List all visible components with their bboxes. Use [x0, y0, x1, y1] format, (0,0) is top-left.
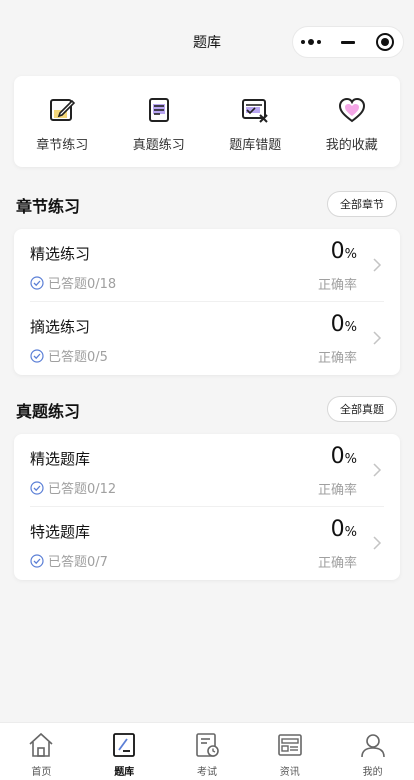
list-item[interactable]: 特选题库 已答题0/7 0% 正确率 — [14, 507, 400, 580]
tab-label: 题库 — [114, 767, 135, 778]
percent-value: 0 — [330, 444, 345, 469]
accuracy-percent: 0% — [331, 312, 357, 337]
wrong-questions-icon — [242, 99, 268, 123]
more-dots-icon — [301, 39, 322, 45]
check-circle-icon — [30, 553, 44, 568]
item-name: 精选题库 — [30, 450, 91, 468]
tab-home[interactable]: 首页 — [0, 723, 83, 780]
answered-text: 已答题0/12 — [48, 482, 117, 497]
target-icon — [375, 33, 394, 51]
answered-text: 已答题0/18 — [48, 277, 117, 292]
accuracy-label: 正确率 — [317, 556, 357, 571]
accuracy-percent: 0% — [331, 239, 357, 264]
quick-nav-past-exams[interactable]: 真题练习 — [111, 76, 208, 167]
news-icon — [277, 734, 302, 756]
all-past-exams-button[interactable]: 全部真题 — [327, 396, 397, 422]
accuracy-label: 正确率 — [317, 483, 357, 498]
chevron-right-icon — [373, 258, 382, 272]
quick-nav-chapter-practice[interactable]: 章节练习 — [14, 76, 111, 167]
quick-nav-label: 我的收藏 — [325, 138, 378, 153]
chevron-right-icon — [373, 536, 382, 550]
profile-icon — [360, 734, 385, 758]
percent-unit: % — [344, 247, 357, 262]
quick-nav-label: 章节练习 — [36, 138, 89, 153]
item-name: 摘选练习 — [30, 318, 91, 336]
tab-news[interactable]: 资讯 — [248, 723, 331, 780]
check-circle-icon — [30, 348, 44, 363]
tab-label: 我的 — [362, 767, 383, 778]
answered-text: 已答题0/7 — [48, 555, 108, 570]
accuracy-label: 正确率 — [317, 351, 357, 366]
all-chapters-button[interactable]: 全部章节 — [327, 191, 397, 217]
tab-question-bank[interactable]: 题库 — [83, 723, 166, 780]
quick-nav-label: 真题练习 — [132, 138, 185, 153]
mini-program-capsule — [292, 26, 404, 58]
list-item[interactable]: 精选练习 已答题0/18 0% 正确率 — [14, 229, 400, 302]
bottom-tab-bar: 首页 题库 考试 资讯 我的 — [0, 722, 414, 780]
percent-value: 0 — [330, 239, 345, 264]
item-name: 精选练习 — [30, 245, 91, 263]
quick-nav-label: 题库错题 — [229, 138, 282, 153]
document-icon — [148, 98, 169, 122]
home-icon — [29, 732, 53, 757]
chevron-right-icon — [373, 463, 382, 477]
percent-value: 0 — [330, 312, 345, 337]
quick-nav-favorites[interactable]: 我的收藏 — [304, 76, 401, 167]
heart-icon — [338, 97, 365, 123]
past-exams-card: 精选题库 已答题0/12 0% 正确率 特选题库 已答题0/7 0% 正确率 — [14, 434, 400, 580]
section-title-past-exams: 真题练习 — [16, 402, 81, 421]
answered-text: 已答题0/5 — [48, 350, 108, 365]
answered-count: 已答题0/12 — [30, 478, 116, 497]
accuracy-percent: 0% — [331, 444, 357, 469]
chevron-right-icon — [373, 331, 382, 345]
answered-count: 已答题0/18 — [30, 273, 116, 292]
accuracy-percent: 0% — [331, 517, 357, 542]
percent-value: 0 — [330, 517, 345, 542]
minimize-icon — [341, 40, 355, 44]
check-circle-icon — [30, 275, 44, 290]
edit-note-icon — [50, 99, 76, 121]
accuracy-label: 正确率 — [317, 278, 357, 293]
check-circle-icon — [30, 480, 44, 495]
chapter-practice-card: 精选练习 已答题0/18 0% 正确率 摘选练习 已答题0/5 0% 正确率 — [14, 229, 400, 375]
tab-profile[interactable]: 我的 — [331, 723, 414, 780]
minimize-button[interactable] — [330, 27, 367, 57]
tab-label: 考试 — [196, 767, 217, 778]
percent-unit: % — [344, 525, 357, 540]
exam-icon — [196, 733, 219, 757]
tab-exam[interactable]: 考试 — [166, 723, 249, 780]
quick-nav-wrong-questions[interactable]: 题库错题 — [207, 76, 304, 167]
close-capsule-button[interactable] — [366, 27, 403, 57]
more-button[interactable] — [293, 27, 330, 57]
answered-count: 已答题0/7 — [30, 551, 108, 570]
quick-nav-card: 章节练习 真题练习 题库错题 我的收藏 — [14, 76, 400, 167]
tab-label: 资讯 — [279, 767, 300, 778]
question-bank-icon — [113, 733, 136, 757]
answered-count: 已答题0/5 — [30, 346, 108, 365]
section-title-chapter: 章节练习 — [16, 197, 81, 216]
tab-label: 首页 — [31, 767, 52, 778]
list-item[interactable]: 摘选练习 已答题0/5 0% 正确率 — [14, 302, 400, 375]
percent-unit: % — [344, 320, 357, 335]
percent-unit: % — [344, 452, 357, 467]
item-name: 特选题库 — [30, 523, 91, 541]
top-bar: 题库 — [0, 0, 414, 70]
list-item[interactable]: 精选题库 已答题0/12 0% 正确率 — [14, 434, 400, 507]
